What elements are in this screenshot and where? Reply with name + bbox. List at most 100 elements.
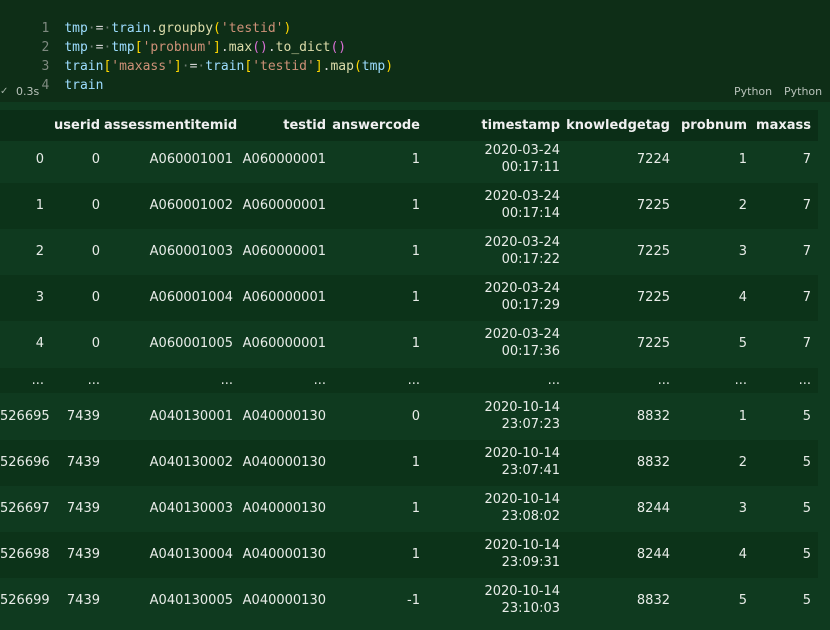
probnum-cell: 1 xyxy=(738,409,747,424)
code-token: 'testid' xyxy=(252,59,315,74)
timestamp-cell: 2020-10-14 23:10:03 xyxy=(484,584,560,616)
answercode-cell: 1 xyxy=(411,152,420,167)
timestamp-cell: 2020-10-14 23:09:31 xyxy=(484,538,560,570)
answercode-cell: 0 xyxy=(411,409,420,424)
code-token: ] xyxy=(173,59,182,74)
probnum-cell: 3 xyxy=(738,501,747,516)
probnum-cell: 1 xyxy=(738,152,747,167)
code-token: train xyxy=(205,59,245,74)
userid-cell: 7439 xyxy=(66,547,100,562)
code-cell[interactable]: 1 tmp·=·train.groupby('testid') 2 tmp·=·tm… xyxy=(0,0,830,103)
execution-time: 0.3s xyxy=(16,85,40,98)
code-line-4[interactable]: 4 train xyxy=(0,57,103,93)
check-icon: ✓ xyxy=(0,86,9,97)
table-row: 526695 7439 A040130001 A040000130 0 2020… xyxy=(0,394,818,440)
userid-cell: 0 xyxy=(91,198,100,213)
userid-cell: 7439 xyxy=(66,501,100,516)
row-index: 0 xyxy=(35,152,44,167)
knowledgetag-cell: 7224 xyxy=(636,152,670,167)
knowledgetag-cell: 7225 xyxy=(636,290,670,305)
assessmentitemid-cell: A040130005 xyxy=(149,593,233,608)
code-token: [ xyxy=(244,59,253,74)
row-index: 526698 xyxy=(0,547,50,562)
probnum-cell: 4 xyxy=(738,547,747,562)
knowledgetag-cell: 8832 xyxy=(636,409,670,424)
assessmentitemid-cell: A040130003 xyxy=(149,501,233,516)
row-index: 526699 xyxy=(0,593,50,608)
code-token: tmp xyxy=(361,59,386,74)
userid-cell: 7439 xyxy=(66,409,100,424)
ellipsis-cell: ... xyxy=(547,373,560,388)
probnum-cell: 2 xyxy=(738,455,747,470)
probnum-cell: 2 xyxy=(738,198,747,213)
code-token: 'maxass' xyxy=(111,59,174,74)
knowledgetag-cell: 8244 xyxy=(636,547,670,562)
answercode-cell: 1 xyxy=(411,455,420,470)
cell-language-label[interactable]: Python xyxy=(734,83,772,101)
answercode-cell: 1 xyxy=(411,501,420,516)
timestamp-cell: 2020-03-24 00:17:22 xyxy=(484,235,560,267)
assessmentitemid-cell: A040130002 xyxy=(149,455,233,470)
testid-cell: A060000001 xyxy=(242,198,326,213)
ellipsis-cell: ... xyxy=(657,373,670,388)
testid-cell: A060000001 xyxy=(242,244,326,259)
answercode-cell: 1 xyxy=(411,244,420,259)
probnum-cell: 5 xyxy=(738,593,747,608)
knowledgetag-cell: 7225 xyxy=(636,244,670,259)
code-line-1[interactable]: 1 tmp·=·train.groupby('testid') xyxy=(0,0,291,36)
answercode-cell: 1 xyxy=(411,336,420,351)
code-token: ( xyxy=(353,59,362,74)
timestamp-cell: 2020-10-14 23:07:41 xyxy=(484,446,560,478)
maxass-cell: 7 xyxy=(802,198,811,213)
probnum-cell: 4 xyxy=(738,290,747,305)
code-token: ) xyxy=(385,59,394,74)
assessmentitemid-cell: A040130001 xyxy=(149,409,233,424)
table-row: 0 0 A060001001 A060000001 1 2020-03-24 00… xyxy=(0,137,818,183)
ellipsis-cell: ... xyxy=(31,373,44,388)
maxass-cell: 5 xyxy=(802,409,811,424)
testid-cell: A060000001 xyxy=(242,336,326,351)
row-index: 526696 xyxy=(0,455,50,470)
code-line-2[interactable]: 2 tmp·=·tmp['probnum'].max().to_dict() xyxy=(0,19,346,55)
assessmentitemid-cell: A060001002 xyxy=(149,198,233,213)
table-row: 4 0 A060001005 A060000001 1 2020-03-24 00… xyxy=(0,321,818,367)
userid-cell: 0 xyxy=(91,336,100,351)
probnum-cell: 3 xyxy=(738,244,747,259)
knowledgetag-cell: 8832 xyxy=(636,593,670,608)
row-index: 2 xyxy=(35,244,44,259)
userid-cell: 7439 xyxy=(66,455,100,470)
cell-output: userid assessmentitemid testid answercod… xyxy=(0,102,830,630)
testid-cell: A040000130 xyxy=(242,409,326,424)
timestamp-cell: 2020-03-24 00:17:14 xyxy=(484,189,560,221)
kernel-language-label[interactable]: Python xyxy=(784,83,822,101)
ellipsis-cell: ... xyxy=(407,373,420,388)
answercode-cell: 1 xyxy=(411,547,420,562)
testid-cell: A040000130 xyxy=(242,547,326,562)
answercode-cell: 1 xyxy=(411,290,420,305)
userid-cell: 0 xyxy=(91,244,100,259)
timestamp-cell: 2020-10-14 23:08:02 xyxy=(484,492,560,524)
row-index: 526697 xyxy=(0,501,50,516)
table-row: 526698 7439 A040130004 A040000130 1 2020… xyxy=(0,532,818,578)
maxass-cell: 5 xyxy=(802,593,811,608)
userid-cell: 0 xyxy=(91,290,100,305)
testid-cell: A060000001 xyxy=(242,290,326,305)
row-index: 3 xyxy=(35,290,44,305)
assessmentitemid-cell: A060001004 xyxy=(149,290,233,305)
knowledgetag-cell: 7225 xyxy=(636,336,670,351)
probnum-cell: 5 xyxy=(738,336,747,351)
row-index: 1 xyxy=(35,198,44,213)
table-row: 526697 7439 A040130003 A040000130 1 2020… xyxy=(0,486,818,532)
ellipsis-cell: ... xyxy=(734,373,747,388)
knowledgetag-cell: 8832 xyxy=(636,455,670,470)
assessmentitemid-cell: A060001005 xyxy=(149,336,233,351)
maxass-cell: 5 xyxy=(802,501,811,516)
table-row: 3 0 A060001004 A060000001 1 2020-03-24 00… xyxy=(0,275,818,321)
timestamp-cell: 2020-10-14 23:07:23 xyxy=(484,400,560,432)
assessmentitemid-cell: A040130004 xyxy=(149,547,233,562)
code-token: ] xyxy=(314,59,323,74)
timestamp-cell: 2020-03-24 00:17:36 xyxy=(484,327,560,359)
userid-cell: 0 xyxy=(91,152,100,167)
code-line-3[interactable]: 3 train['maxass']·=·train['testid'].map(t… xyxy=(0,38,393,74)
table-row: 1 0 A060001002 A060000001 1 2020-03-24 00… xyxy=(0,183,818,229)
